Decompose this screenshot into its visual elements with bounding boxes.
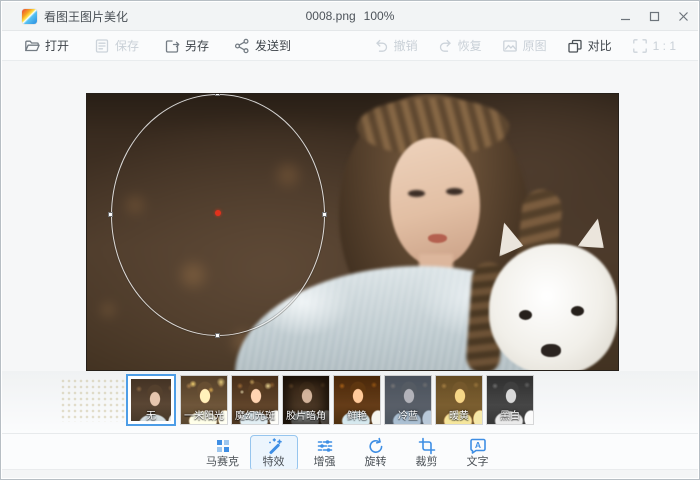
save-as-label: 另存 [185, 37, 209, 54]
selection-center-red-dot[interactable] [215, 210, 221, 216]
tool-label: 增强 [314, 456, 336, 468]
tool-mosaic[interactable]: 马赛克 [199, 435, 247, 471]
photo-woman-eye-right [446, 188, 463, 195]
send-to-label: 发送到 [255, 37, 291, 54]
tool-rotate[interactable]: 旋转 [352, 435, 400, 471]
maximize-button[interactable] [640, 2, 669, 30]
tool-label: 裁剪 [416, 456, 438, 468]
filter-thumb-sunshine[interactable]: 一米阳光 [181, 376, 227, 424]
selection-handle-bottom[interactable] [215, 333, 220, 338]
svg-text:A: A [474, 440, 480, 450]
filter-thumb-warm-yellow[interactable]: 暖黄 [436, 376, 482, 424]
compare-icon [567, 38, 583, 54]
one-to-one-button[interactable]: 1 : 1 [632, 38, 676, 54]
close-button[interactable] [669, 2, 698, 30]
tool-enhance[interactable]: 增强 [301, 435, 349, 471]
filter-label: 胶片暗角 [283, 411, 329, 422]
one-to-one-label: 1 : 1 [653, 39, 676, 53]
original-image-label: 原图 [523, 37, 547, 54]
filter-filmstrip: 无 一米阳光 魔幻光斑 胶片暗角 鲜艳 冷蓝 [126, 374, 533, 426]
document-name: 0008.png [306, 9, 356, 23]
app-title: 看图王图片美化 [44, 8, 128, 25]
filter-thumb-film-vignette[interactable]: 胶片暗角 [283, 376, 329, 424]
tool-text[interactable]: A 文字 [454, 435, 502, 471]
selection-handle-left[interactable] [108, 212, 113, 217]
background-dot-pattern [60, 378, 128, 422]
filter-label: 黑白 [487, 411, 533, 422]
open-label: 打开 [45, 37, 69, 54]
selection-handle-top[interactable] [215, 93, 220, 96]
redo-icon [438, 38, 453, 53]
zoom-level: 100% [364, 9, 395, 23]
tool-label: 旋转 [365, 456, 387, 468]
photo-dog-eye-left [519, 310, 532, 320]
mosaic-icon [214, 437, 232, 455]
filter-label: 魔幻光斑 [232, 411, 278, 422]
filter-label: 暖黄 [436, 411, 482, 422]
app-logo-icon [22, 9, 37, 24]
magic-wand-icon [265, 437, 283, 455]
rotate-icon [367, 437, 385, 455]
save-as-icon [164, 38, 180, 54]
redo-label: 恢复 [458, 37, 482, 54]
filter-label: 鲜艳 [334, 411, 380, 422]
photo-canvas[interactable] [86, 93, 619, 371]
selection-handle-right[interactable] [322, 212, 327, 217]
app-window: 看图王图片美化 0008.png 100% 打开 保存 另存 [0, 0, 700, 480]
filter-thumb-vivid[interactable]: 鲜艳 [334, 376, 380, 424]
window-bottom-strip [2, 469, 698, 478]
photo-woman-lips [428, 234, 447, 243]
send-to-icon [234, 38, 250, 54]
minimize-button[interactable] [611, 2, 640, 30]
send-to-button[interactable]: 发送到 [234, 37, 291, 54]
filter-label: 无 [128, 411, 174, 422]
title-bar: 看图王图片美化 0008.png 100% [2, 2, 698, 31]
save-icon [94, 38, 110, 54]
original-image-icon [502, 38, 518, 54]
photo-dog-eye-right [571, 306, 584, 316]
tool-crop[interactable]: 裁剪 [403, 435, 451, 471]
editor-canvas: 无 一米阳光 魔幻光斑 胶片暗角 鲜艳 冷蓝 [2, 62, 698, 433]
folder-open-icon [24, 38, 40, 54]
tool-label: 马赛克 [206, 456, 239, 468]
filter-label: 一米阳光 [181, 411, 227, 422]
redo-button[interactable]: 恢复 [438, 37, 482, 54]
tool-effects[interactable]: 特效 [250, 435, 298, 471]
undo-label: 撤销 [394, 37, 418, 54]
original-image-button[interactable]: 原图 [502, 37, 547, 54]
photo-dog-nose [541, 344, 561, 357]
photo-dog [479, 222, 619, 371]
bottom-tool-dock: 马赛克 特效 增强 旋转 裁剪 A 文字 [2, 433, 698, 471]
filter-thumb-cool-blue[interactable]: 冷蓝 [385, 376, 431, 424]
compare-button[interactable]: 对比 [567, 37, 612, 54]
filter-thumb-black-white[interactable]: 黑白 [487, 376, 533, 424]
save-as-button[interactable]: 另存 [164, 37, 209, 54]
filter-thumb-none[interactable]: 无 [126, 374, 176, 426]
filter-thumb-magic-bokeh[interactable]: 魔幻光斑 [232, 376, 278, 424]
crop-icon [418, 437, 436, 455]
compare-label: 对比 [588, 37, 612, 54]
undo-icon [374, 38, 389, 53]
tool-label: 文字 [467, 456, 489, 468]
save-button[interactable]: 保存 [94, 37, 139, 54]
save-label: 保存 [115, 37, 139, 54]
enhance-sliders-icon [316, 437, 334, 455]
photo-woman-eye-left [408, 190, 425, 197]
one-to-one-icon [632, 38, 648, 54]
filter-label: 冷蓝 [385, 411, 431, 422]
tool-label: 特效 [263, 456, 285, 468]
open-button[interactable]: 打开 [24, 37, 69, 54]
top-toolbar: 打开 保存 另存 发送到 撤销 恢复 [2, 31, 698, 61]
text-icon: A [469, 437, 487, 455]
undo-button[interactable]: 撤销 [374, 37, 418, 54]
photo-dog-ear-left [492, 219, 525, 256]
